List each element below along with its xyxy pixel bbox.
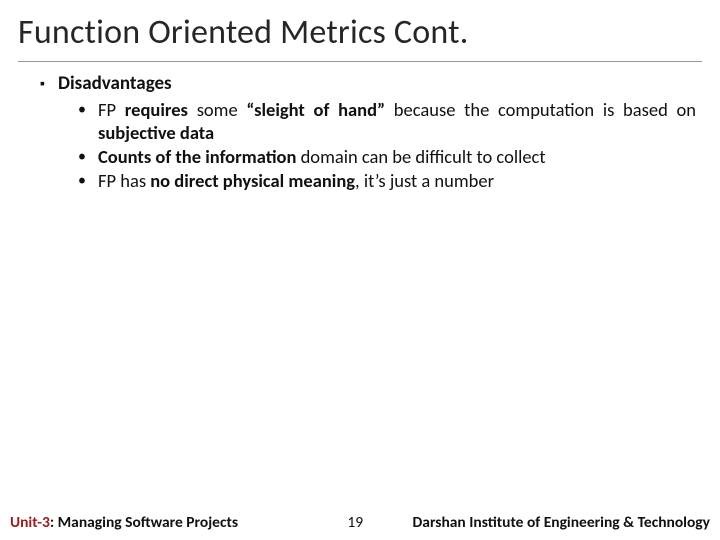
dot-bullet-icon: •	[78, 98, 98, 121]
bullet-text: FP has no direct physical meaning, it’s …	[98, 169, 494, 192]
text-run: FP has	[98, 169, 150, 192]
list-item: • FP has no direct physical meaning, it’…	[78, 169, 696, 192]
bullet-text: Counts of the information domain can be …	[98, 145, 546, 168]
text-run-bold: Counts of the information	[98, 145, 296, 168]
footer: Unit-3: Managing Software Projects 19 Da…	[0, 510, 720, 540]
sub-list: • FP requires some “sleight of hand” bec…	[40, 98, 696, 192]
text-run: FP	[98, 98, 125, 121]
slide: Function Oriented Metrics Cont. ▪ Disadv…	[0, 0, 720, 540]
page-number: 19	[238, 513, 413, 532]
square-bullet-icon: ▪	[40, 72, 58, 96]
unit-label: Unit-3	[10, 513, 50, 532]
list-item: • FP requires some “sleight of hand” bec…	[78, 98, 696, 144]
text-run: because the computation is based on	[385, 98, 696, 121]
bullet-text: FP requires some “sleight of hand” becau…	[98, 98, 696, 144]
dot-bullet-icon: •	[78, 145, 98, 168]
section-heading: Disadvantages	[58, 72, 172, 96]
unit-title: : Managing Software Projects	[50, 513, 238, 532]
text-run: some	[188, 98, 246, 121]
footer-org: Darshan Institute of Engineering & Techn…	[413, 513, 710, 532]
content-area: ▪ Disadvantages • FP requires some “slei…	[18, 72, 702, 192]
page-title: Function Oriented Metrics Cont.	[18, 12, 702, 62]
text-run-bold: subjective data	[98, 121, 214, 144]
text-run-bold: “sleight of hand”	[246, 98, 385, 121]
list-item: • Counts of the information domain can b…	[78, 145, 696, 168]
text-run: domain can be difficult to collect	[296, 145, 545, 168]
footer-left: Unit-3: Managing Software Projects	[10, 513, 238, 532]
list-item: ▪ Disadvantages	[40, 72, 696, 96]
text-run-bold: no direct physical meaning	[150, 169, 355, 192]
text-run: , it’s just a number	[355, 169, 494, 192]
text-run-bold: requires	[125, 98, 188, 121]
dot-bullet-icon: •	[78, 169, 98, 192]
